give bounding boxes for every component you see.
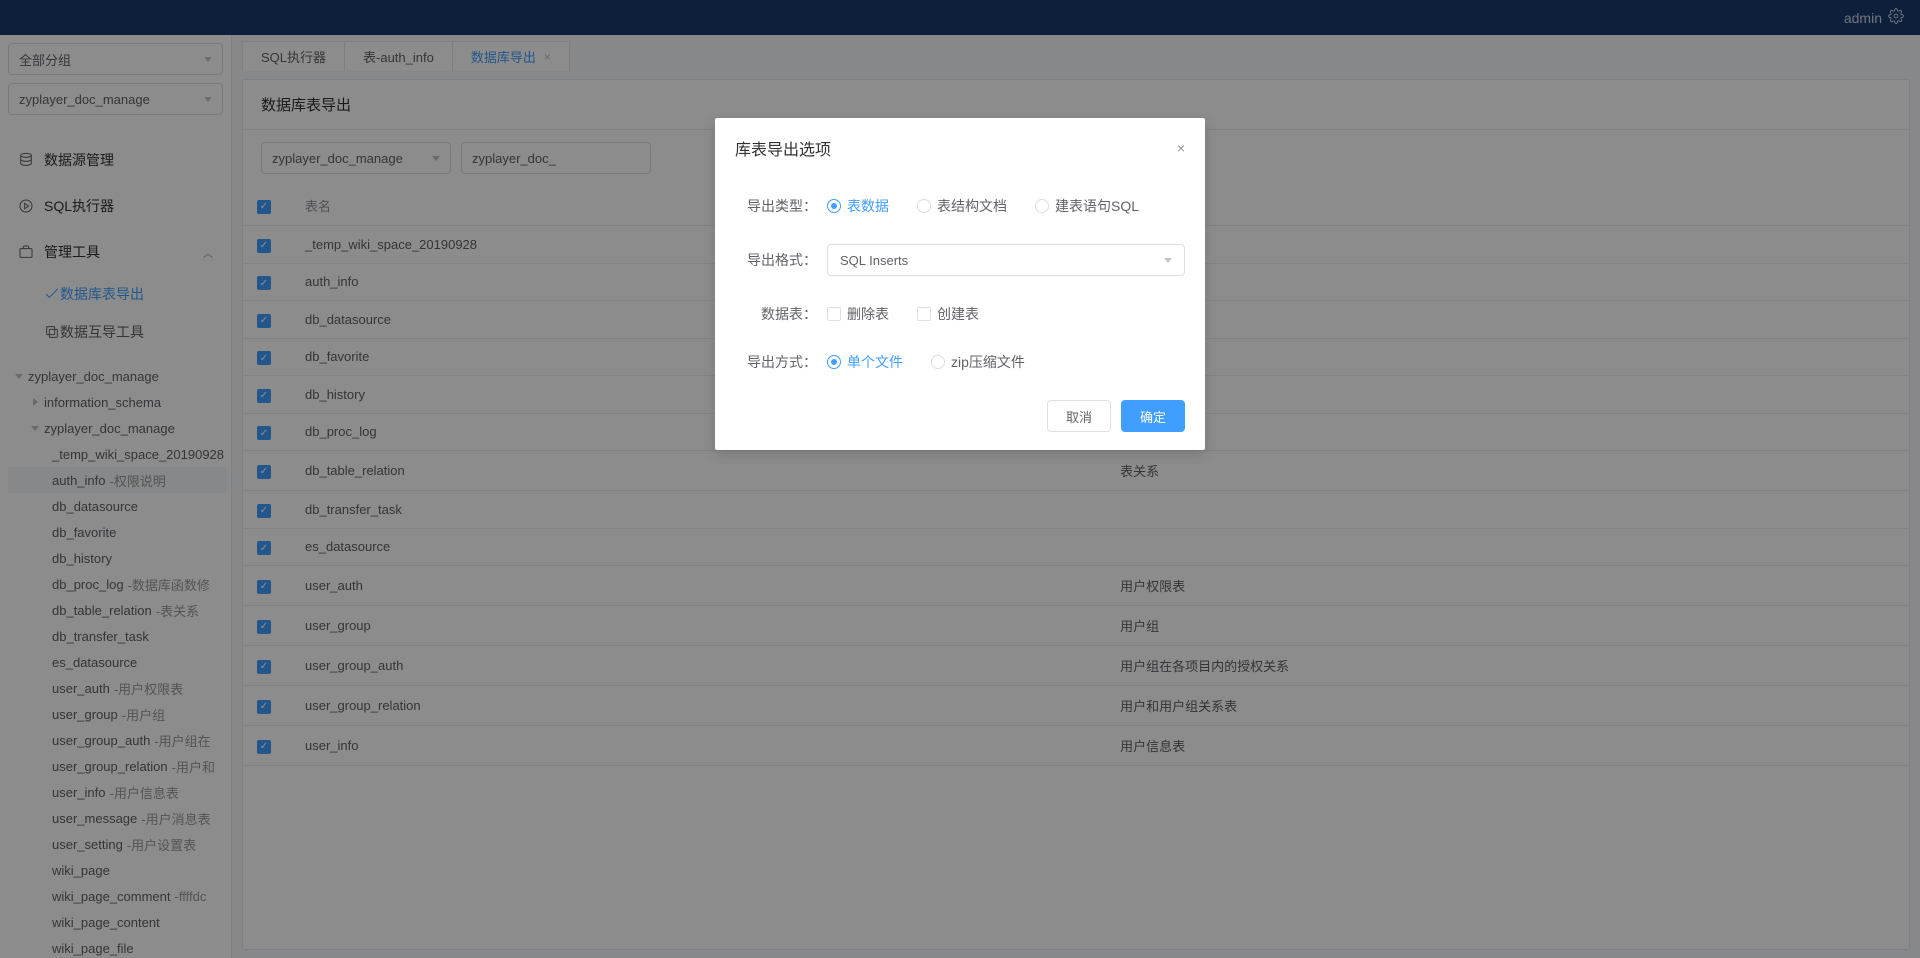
label-export-type: 导出类型： xyxy=(735,196,817,216)
radio-type-data[interactable]: 表数据 xyxy=(827,196,889,216)
radio-mode-single[interactable]: 单个文件 xyxy=(827,352,903,372)
format-select[interactable]: SQL Inserts xyxy=(827,244,1185,276)
checkbox-label: 创建表 xyxy=(937,304,979,324)
radio-label: 表数据 xyxy=(847,196,889,216)
radio-label: 建表语句SQL xyxy=(1055,196,1139,216)
export-options-dialog: 库表导出选项 × 导出类型： 表数据 表结构文档 建表语句 xyxy=(715,118,1205,450)
ok-button[interactable]: 确定 xyxy=(1121,400,1185,432)
radio-type-struct[interactable]: 表结构文档 xyxy=(917,196,1007,216)
radio-mode-zip[interactable]: zip压缩文件 xyxy=(931,352,1025,372)
button-label: 确定 xyxy=(1140,407,1166,426)
chevron-down-icon xyxy=(1164,258,1172,263)
radio-type-ddl[interactable]: 建表语句SQL xyxy=(1035,196,1139,216)
label-data-table: 数据表： xyxy=(735,304,817,324)
format-select-value: SQL Inserts xyxy=(840,253,908,268)
label-export-mode: 导出方式： xyxy=(735,352,817,372)
cancel-button[interactable]: 取消 xyxy=(1047,400,1111,432)
dialog-title: 库表导出选项 xyxy=(735,136,831,160)
checkbox-create-table[interactable]: 创建表 xyxy=(917,304,979,324)
radio-label: zip压缩文件 xyxy=(951,352,1025,372)
modal-overlay: 库表导出选项 × 导出类型： 表数据 表结构文档 建表语句 xyxy=(0,0,1920,958)
radio-label: 表结构文档 xyxy=(937,196,1007,216)
close-icon[interactable]: × xyxy=(1177,140,1185,156)
button-label: 取消 xyxy=(1066,407,1092,426)
checkbox-label: 删除表 xyxy=(847,304,889,324)
label-export-format: 导出格式： xyxy=(735,250,817,270)
checkbox-drop-table[interactable]: 删除表 xyxy=(827,304,889,324)
radio-label: 单个文件 xyxy=(847,352,903,372)
